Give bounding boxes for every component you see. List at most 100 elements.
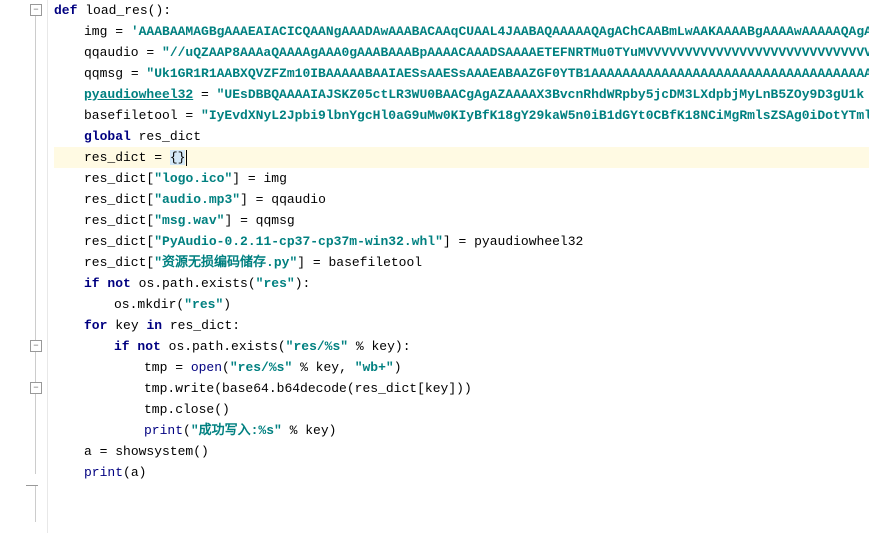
code-line[interactable]: print(a) — [54, 462, 869, 483]
punct: ) — [394, 360, 402, 375]
code-line[interactable]: qqmsg = "Uk1GR1R1AABXQVZFZm10IBAAAAABAAI… — [54, 63, 869, 84]
punct: ( — [278, 339, 286, 354]
string-literal: "logo.ico" — [154, 171, 232, 186]
var: res_dict — [84, 171, 146, 186]
func-call: tmp.close — [144, 402, 214, 417]
eq: = — [92, 444, 115, 459]
string-literal: "UEsDBBQAAAAIAJSKZ05ctLR3WU0BAACgAgAZAAA… — [217, 87, 865, 102]
code-editor[interactable]: − − − def load_res(): img = 'AAABAAMAGBg… — [0, 0, 869, 533]
fold-icon[interactable]: − — [30, 340, 42, 352]
var: img — [84, 24, 107, 39]
string-literal: "PyAudio-0.2.11-cp37-cp37m-win32.whl" — [154, 234, 443, 249]
punct: ( — [183, 423, 191, 438]
var: res_dict — [84, 192, 146, 207]
punct: ] — [240, 192, 248, 207]
punct: ) — [464, 381, 472, 396]
eq: = — [232, 213, 255, 228]
string-literal: "res/%s" — [286, 339, 348, 354]
var: qqmsg — [256, 213, 295, 228]
punct: ] — [448, 381, 456, 396]
fold-line — [35, 16, 36, 522]
punct: ) — [222, 402, 230, 417]
punct: : — [232, 318, 240, 333]
code-line-current[interactable]: res_dict = {} — [54, 147, 869, 168]
func-call: os.mkdir — [114, 297, 176, 312]
var: qqmsg — [84, 66, 123, 81]
code-line[interactable]: res_dict["audio.mp3"] = qqaudio — [54, 189, 869, 210]
fold-icon[interactable]: − — [30, 4, 42, 16]
var: pyaudiowheel32 — [474, 234, 583, 249]
var: qqaudio — [84, 45, 139, 60]
comma: , — [339, 360, 355, 375]
gutter: − − − — [0, 0, 48, 533]
fold-icon[interactable]: − — [30, 382, 42, 394]
code-line[interactable]: tmp.write(base64.b64decode(res_dict[key]… — [54, 378, 869, 399]
eq: = — [139, 45, 162, 60]
func-name: load_res — [85, 3, 147, 18]
code-line[interactable]: res_dict["logo.ico"] = img — [54, 168, 869, 189]
eq: = — [193, 87, 216, 102]
var: res_dict — [355, 381, 417, 396]
code-line[interactable]: tmp = open("res/%s" % key, "wb+") — [54, 357, 869, 378]
string-literal: "audio.mp3" — [154, 192, 240, 207]
code-line[interactable]: global res_dict — [54, 126, 869, 147]
fold-icon[interactable] — [26, 474, 38, 486]
func-call: os.path.exists — [139, 276, 248, 291]
punct: : — [403, 339, 411, 354]
eq: = — [451, 234, 474, 249]
var: basefiletool — [328, 255, 422, 270]
func-call: base64.b64decode — [222, 381, 347, 396]
builtin-print: print — [84, 465, 123, 480]
code-line[interactable]: if not os.path.exists("res"): — [54, 273, 869, 294]
eq: = — [123, 66, 146, 81]
string-literal: "//uQZAAP8AAAaQAAAAgAAA0gAAABAAABpAAAACA… — [162, 45, 869, 60]
code-line[interactable]: os.mkdir("res") — [54, 294, 869, 315]
code-line[interactable]: def load_res(): — [54, 0, 869, 21]
punct: ( — [193, 444, 201, 459]
code-line[interactable]: res_dict["资源无损编码储存.py"] = basefiletool — [54, 252, 869, 273]
punct: : — [303, 276, 311, 291]
punct: ) — [329, 423, 337, 438]
code-line[interactable]: pyaudiowheel32 = "UEsDBBQAAAAIAJSKZ05ctL… — [54, 84, 869, 105]
string-literal: "成功写入:%s" — [191, 423, 282, 438]
punct: ( — [123, 465, 131, 480]
eq: = — [248, 192, 271, 207]
code-line[interactable]: res_dict["PyAudio-0.2.11-cp37-cp37m-win3… — [54, 231, 869, 252]
eq: = — [240, 171, 263, 186]
punct: ) — [223, 297, 231, 312]
punct: ) — [139, 465, 147, 480]
var: res_dict — [84, 255, 146, 270]
punct: ] — [232, 171, 240, 186]
punct: [ — [417, 381, 425, 396]
punct: : — [163, 3, 171, 18]
code-line[interactable]: basefiletool = "IyEvdXNyL2Jpbi9lbnYgcHl0… — [54, 105, 869, 126]
var-link[interactable]: pyaudiowheel32 — [84, 87, 193, 102]
pct-key: % key — [292, 360, 339, 375]
eq: = — [178, 108, 201, 123]
code-line[interactable]: for key in res_dict: — [54, 315, 869, 336]
string-literal: "Uk1GR1R1AABXQVZFZm10IBAAAAABAAIAESsAAES… — [146, 66, 869, 81]
code-line[interactable]: tmp.close() — [54, 399, 869, 420]
string-literal: "res/%s" — [230, 360, 292, 375]
var: basefiletool — [84, 108, 178, 123]
var: tmp — [144, 360, 167, 375]
code-line[interactable]: qqaudio = "//uQZAAP8AAAaQAAAAgAAA0gAAABA… — [54, 42, 869, 63]
keyword-in: in — [146, 318, 162, 333]
var: res_dict — [84, 150, 146, 165]
code-line[interactable]: if not os.path.exists("res/%s" % key): — [54, 336, 869, 357]
builtin-open: open — [191, 360, 222, 375]
code-line[interactable]: a = showsystem() — [54, 441, 869, 462]
punct: ) — [456, 381, 464, 396]
code-line[interactable]: res_dict["msg.wav"] = qqmsg — [54, 210, 869, 231]
punct: ( — [214, 381, 222, 396]
var: res_dict — [139, 129, 201, 144]
string-literal: 'AAABAAMAGBgAAAEAIACICQAANgAAADAwAAABACA… — [131, 24, 869, 39]
var: qqaudio — [271, 192, 326, 207]
var: a — [131, 465, 139, 480]
code-line[interactable]: print("成功写入:%s" % key) — [54, 420, 869, 441]
punct: ( — [214, 402, 222, 417]
code-area[interactable]: def load_res(): img = 'AAABAAMAGBgAAAEAI… — [48, 0, 869, 533]
string-literal: "msg.wav" — [154, 213, 224, 228]
code-line[interactable]: img = 'AAABAAMAGBgAAAEAIACICQAANgAAADAwA… — [54, 21, 869, 42]
punct: ( — [347, 381, 355, 396]
